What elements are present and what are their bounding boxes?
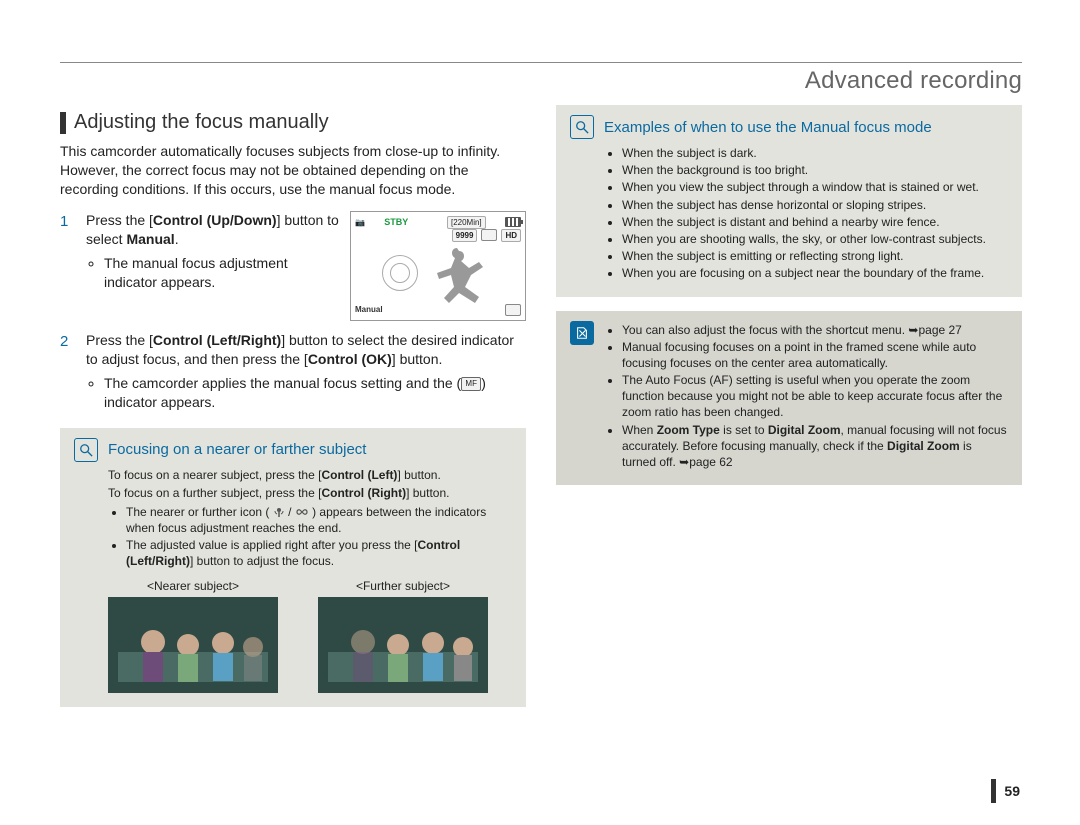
note-2: Manual focusing focuses on a point in th…	[622, 339, 1008, 371]
panel-p2: To focus on a further subject, press the…	[108, 486, 512, 500]
section-heading-focus: Adjusting the focus manually	[60, 111, 526, 134]
note-1: You can also adjust the focus with the s…	[622, 322, 1008, 338]
page-title: Advanced recording	[60, 67, 1022, 95]
lcd-manual-label: Manual	[355, 304, 383, 315]
panel-b1: The nearer or further icon ( / ) appears…	[126, 504, 512, 536]
card-icon	[481, 229, 497, 241]
header-rule	[60, 62, 1022, 63]
note-4: When Zoom Type is set to Digital Zoom, m…	[622, 422, 1008, 471]
panel-examples: Examples of when to use the Manual focus…	[556, 105, 1022, 297]
kicker-silhouette	[424, 243, 494, 303]
panel-p1: To focus on a nearer subject, press the …	[108, 468, 512, 482]
list-item: When the subject is distant and behind a…	[622, 214, 1008, 230]
panel-b2: The adjusted value is applied right afte…	[126, 537, 512, 569]
lcd-time: [220Min]	[447, 216, 486, 229]
caption-nearer: <Nearer subject>	[108, 579, 278, 593]
note-icon	[570, 321, 594, 345]
mf-icon: MF	[461, 377, 481, 391]
thumb-further	[318, 597, 488, 693]
step-1-text: Press the [Control (Up/Down)] button to …	[86, 212, 339, 248]
list-item: When you are focusing on a subject near …	[622, 265, 1008, 281]
step-number: 2	[60, 331, 78, 414]
left-column: Adjusting the focus manually This camcor…	[60, 105, 526, 707]
panel-title: Examples of when to use the Manual focus…	[604, 119, 932, 136]
list-item: When the subject is dark.	[622, 145, 1008, 161]
panel-title: Focusing on a nearer or farther subject	[108, 441, 366, 458]
camera-icon: 📷	[355, 217, 365, 228]
step-number: 1	[60, 211, 78, 321]
note-3: The Auto Focus (AF) setting is useful wh…	[622, 372, 1008, 421]
panel-nearer-farther: Focusing on a nearer or farther subject …	[60, 428, 526, 708]
list-item: When you are shooting walls, the sky, or…	[622, 231, 1008, 247]
caption-further: <Further subject>	[318, 579, 488, 593]
flower-icon	[273, 504, 285, 520]
lcd-hd: HD	[501, 229, 521, 242]
page-number: 59	[991, 779, 1020, 803]
list-item: When the subject has dense horizontal or…	[622, 197, 1008, 213]
mf-indicator-icon	[505, 304, 521, 316]
lcd-count: 9999	[452, 229, 478, 242]
lcd-stby: STBY	[384, 216, 408, 229]
right-column: Examples of when to use the Manual focus…	[556, 105, 1022, 707]
examples-list: When the subject is dark. When the backg…	[604, 145, 1008, 282]
step-2-text: Press the [Control (Left/Right)] button …	[86, 332, 514, 368]
thumb-nearer	[108, 597, 278, 693]
lcd-display: 📷 STBY [220Min] 9999 HD	[350, 211, 526, 321]
infinity-icon	[295, 504, 309, 520]
step-1: 1 Press the [Control (Up/Down)] button t…	[60, 211, 526, 321]
magnify-icon	[570, 115, 594, 139]
intro-paragraph: This camcorder automatically focuses sub…	[60, 142, 526, 199]
list-item: When you view the subject through a wind…	[622, 179, 1008, 195]
list-item: When the background is too bright.	[622, 162, 1008, 178]
control-wheel-icon	[382, 255, 418, 291]
step-1-bullet: The manual focus adjustment indicator ap…	[104, 254, 340, 292]
battery-icon	[505, 217, 521, 227]
list-item: When the subject is emitting or reflecti…	[622, 248, 1008, 264]
step-2: 2 Press the [Control (Left/Right)] butto…	[60, 331, 526, 414]
panel-notes: You can also adjust the focus with the s…	[556, 311, 1022, 486]
magnify-icon	[74, 438, 98, 462]
step-2-bullet: The camcorder applies the manual focus s…	[104, 374, 526, 412]
